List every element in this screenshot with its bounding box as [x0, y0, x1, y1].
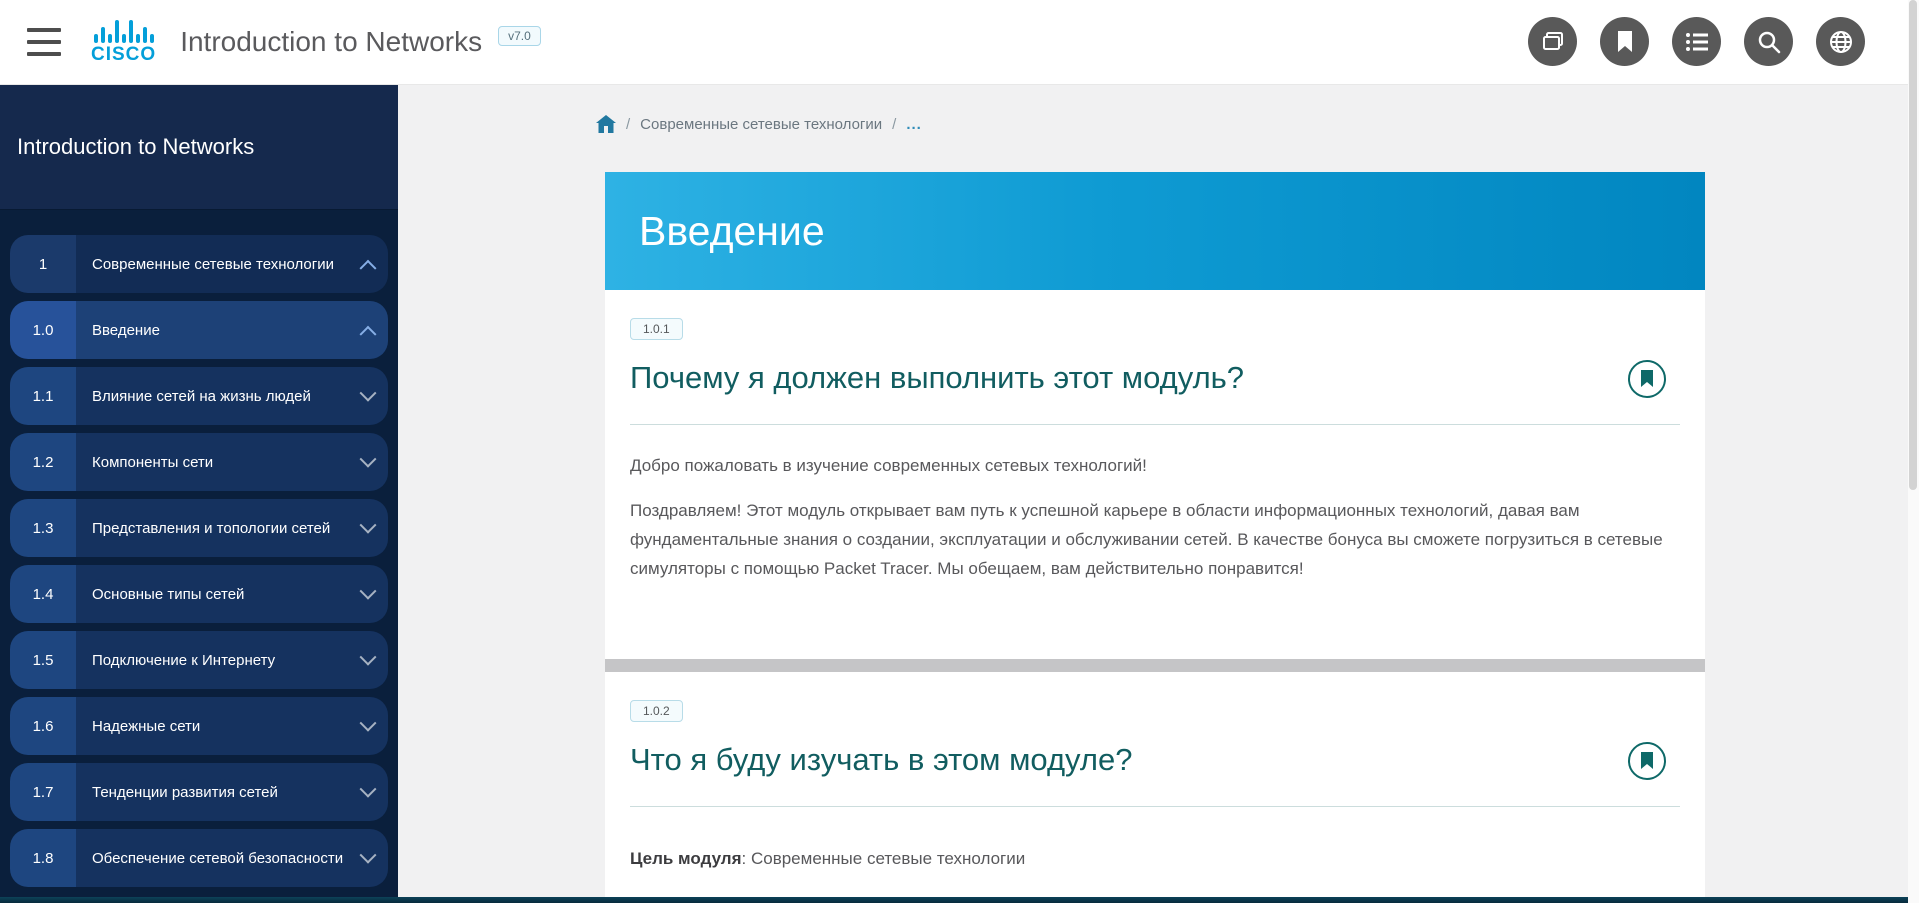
- topic-paragraph: Добро пожаловать в изучение современных …: [630, 451, 1680, 480]
- top-header: CISCO Introduction to Networks v7.0: [0, 0, 1919, 85]
- chevron-up-icon: [360, 326, 377, 343]
- topic-badge: 1.0.1: [630, 318, 683, 340]
- sidebar-item-1-8[interactable]: 1.8 Обеспечение сетевой безопасности: [10, 829, 388, 887]
- topic-card-1-0-2: 1.0.2 Что я буду изучать в этом модуле? …: [605, 672, 1705, 897]
- cisco-logo-word: CISCO: [91, 44, 156, 66]
- item-label: Компоненты сети: [92, 452, 362, 473]
- topic-paragraph: Поздравляем! Этот модуль открывает вам п…: [630, 496, 1680, 583]
- module-nav-list: 1 Современные сетевые технологии 1.0 Вве…: [0, 235, 398, 887]
- chevron-down-icon: [360, 715, 377, 732]
- sidebar-item-1-7[interactable]: 1.7 Тенденции развития сетей: [10, 763, 388, 821]
- chevron-up-icon: [360, 260, 377, 277]
- item-label: Введение: [92, 320, 362, 341]
- breadcrumb-separator: /: [626, 116, 630, 133]
- sidebar-item-1-2[interactable]: 1.2 Компоненты сети: [10, 433, 388, 491]
- section-separator-bar: [605, 659, 1705, 672]
- item-label: Тенденции развития сетей: [92, 782, 362, 803]
- module-goal-text: : Современные сетевые технологии: [742, 849, 1026, 868]
- item-label: Современные сетевые технологии: [92, 254, 362, 275]
- sidebar-item-1-3[interactable]: 1.3 Представления и топологии сетей: [10, 499, 388, 557]
- search-icon[interactable]: [1744, 17, 1793, 66]
- list-icon[interactable]: [1672, 17, 1721, 66]
- item-number: 1.8: [10, 829, 76, 887]
- item-number: 1: [10, 235, 76, 293]
- section-banner: Введение: [605, 172, 1705, 290]
- hamburger-menu-icon[interactable]: [27, 28, 61, 56]
- bookmark-topic-button[interactable]: [1628, 742, 1666, 780]
- content-area: / Современные сетевые технологии / ... В…: [398, 85, 1908, 897]
- globe-icon[interactable]: [1816, 17, 1865, 66]
- sidebar-item-1-6[interactable]: 1.6 Надежные сети: [10, 697, 388, 755]
- sidebar-header: Introduction to Networks: [0, 85, 398, 210]
- module-goal-label: Цель модуля: [630, 849, 742, 868]
- bottom-edge-bar: [0, 897, 1919, 903]
- course-title: Introduction to Networks: [180, 26, 482, 58]
- breadcrumb-ellipsis[interactable]: ...: [906, 116, 922, 133]
- item-label: Влияние сетей на жизнь людей: [92, 386, 362, 407]
- item-label: Надежные сети: [92, 716, 362, 737]
- version-badge: v7.0: [498, 26, 541, 46]
- sidebar-item-1-5[interactable]: 1.5 Подключение к Интернету: [10, 631, 388, 689]
- windows-icon[interactable]: [1528, 17, 1577, 66]
- course-sidebar: Introduction to Networks 1 Современные с…: [0, 85, 398, 897]
- header-actions: [1528, 17, 1865, 66]
- item-number: 1.4: [10, 565, 76, 623]
- topic-heading: Почему я должен выполнить этот модуль?: [630, 360, 1244, 396]
- chevron-down-icon: [360, 649, 377, 666]
- scrollbar-thumb[interactable]: [1909, 0, 1917, 490]
- module-goal: Цель модуля: Современные сетевые техноло…: [630, 849, 1680, 869]
- item-label: Подключение к Интернету: [92, 650, 362, 671]
- sidebar-item-module-1[interactable]: 1 Современные сетевые технологии: [10, 235, 388, 293]
- topic-badge: 1.0.2: [630, 700, 683, 722]
- topic-heading: Что я буду изучать в этом модуле?: [630, 742, 1132, 778]
- sidebar-item-1-4[interactable]: 1.4 Основные типы сетей: [10, 565, 388, 623]
- breadcrumb: / Современные сетевые технологии / ...: [596, 115, 922, 133]
- home-icon[interactable]: [596, 115, 616, 133]
- item-number: 1.6: [10, 697, 76, 755]
- cisco-logo: CISCO: [91, 19, 156, 66]
- chevron-down-icon: [360, 385, 377, 402]
- chevron-down-icon: [360, 451, 377, 468]
- item-label: Основные типы сетей: [92, 584, 362, 605]
- chevron-down-icon: [360, 781, 377, 798]
- heading-divider: [630, 424, 1680, 425]
- breadcrumb-separator: /: [892, 116, 896, 133]
- breadcrumb-module[interactable]: Современные сетевые технологии: [640, 116, 882, 133]
- banner-title: Введение: [605, 208, 825, 255]
- bookmark-topic-button[interactable]: [1628, 360, 1666, 398]
- item-number: 1.3: [10, 499, 76, 557]
- sidebar-item-1-0[interactable]: 1.0 Введение: [10, 301, 388, 359]
- item-label: Обеспечение сетевой безопасности: [92, 848, 362, 869]
- item-number: 1.7: [10, 763, 76, 821]
- item-label: Представления и топологии сетей: [92, 518, 362, 539]
- bookmark-icon[interactable]: [1600, 17, 1649, 66]
- sidebar-course-title: Introduction to Networks: [17, 134, 254, 160]
- chevron-down-icon: [360, 517, 377, 534]
- cisco-logo-bars-icon: [94, 19, 154, 43]
- item-number: 1.2: [10, 433, 76, 491]
- item-number: 1.1: [10, 367, 76, 425]
- chevron-down-icon: [360, 583, 377, 600]
- sidebar-item-1-1[interactable]: 1.1 Влияние сетей на жизнь людей: [10, 367, 388, 425]
- chevron-down-icon: [360, 847, 377, 864]
- vertical-scrollbar[interactable]: [1908, 0, 1919, 903]
- item-number: 1.5: [10, 631, 76, 689]
- heading-divider: [630, 806, 1680, 807]
- topic-card-1-0-1: 1.0.1 Почему я должен выполнить этот мод…: [605, 290, 1705, 659]
- item-number: 1.0: [10, 301, 76, 359]
